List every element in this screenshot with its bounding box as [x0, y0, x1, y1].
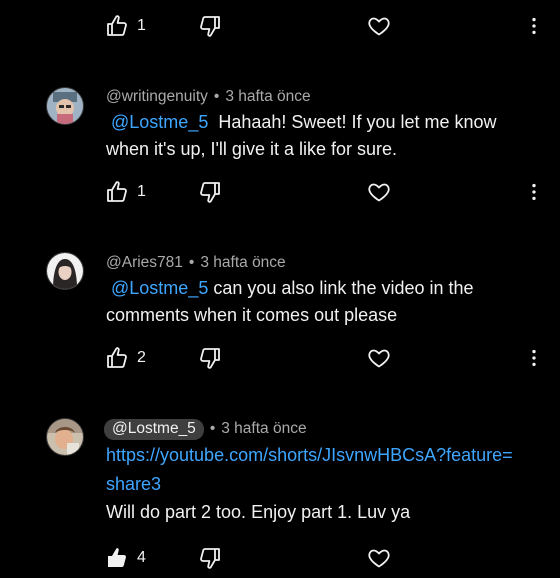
dislike-button[interactable] [193, 172, 227, 212]
comment-actions: 1 [0, 172, 560, 212]
thumb-down-icon [198, 346, 222, 370]
like-count: 2 [137, 349, 146, 366]
thumb-up-icon [105, 346, 129, 370]
avatar[interactable] [46, 418, 84, 456]
dislike-button[interactable] [193, 6, 227, 46]
thumb-up-icon [105, 180, 129, 204]
more-vertical-icon [523, 15, 545, 37]
mention-link[interactable]: @Lostme_5 [111, 278, 208, 298]
comment-actions-top: 1 [0, 6, 560, 46]
thumb-down-icon [198, 14, 222, 38]
heart-button[interactable] [362, 6, 396, 46]
comment-text-line: when it's up, I'll give it a like for su… [106, 139, 397, 159]
heart-icon [367, 14, 391, 38]
like-button[interactable] [100, 6, 134, 46]
thumb-down-icon [198, 546, 222, 570]
more-options-button[interactable] [520, 6, 548, 46]
like-count: 1 [137, 183, 146, 200]
comment-time: 3 hafta önce [225, 88, 311, 105]
author-name-chip[interactable]: @Lostme_5 [104, 419, 204, 440]
url-link-continued[interactable]: share3 [106, 471, 546, 498]
url-link[interactable]: https://youtube.com/shorts/JIsvnwHBCsA?f… [106, 442, 546, 469]
avatar-image [47, 88, 83, 124]
like-button[interactable] [100, 338, 134, 378]
thumb-up-icon [105, 546, 129, 570]
like-count: 1 [137, 17, 146, 34]
comment-meta: @Aries781 • 3 hafta önce [106, 254, 286, 272]
comment-meta: @writingenuity • 3 hafta önce [106, 88, 311, 106]
thumb-up-icon [105, 14, 129, 38]
mention-link[interactable]: @Lostme_5 [111, 112, 208, 132]
avatar[interactable] [46, 87, 84, 125]
heart-icon [367, 346, 391, 370]
dislike-button[interactable] [193, 338, 227, 378]
comment-text-line: can you also link the video in the [213, 278, 474, 298]
heart-button[interactable] [362, 538, 396, 578]
like-button[interactable] [100, 538, 134, 578]
like-count: 4 [137, 549, 146, 566]
author-name[interactable]: @writingenuity [106, 88, 208, 105]
more-vertical-icon [523, 181, 545, 203]
separator-dot: • [188, 254, 195, 271]
avatar-image [47, 419, 83, 455]
comment-text: https://youtube.com/shorts/JIsvnwHBCsA?f… [106, 442, 546, 526]
more-options-button[interactable] [520, 172, 548, 212]
comment-actions: 4 [0, 538, 560, 578]
author-name[interactable]: @Aries781 [106, 254, 183, 271]
comment-text: @Lostme_5 can you also link the video in… [106, 275, 546, 329]
avatar-image [47, 253, 83, 289]
comment-text-line: comments when it comes out please [106, 305, 398, 325]
heart-button[interactable] [362, 172, 396, 212]
thumb-down-icon [198, 180, 222, 204]
heart-button[interactable] [362, 338, 396, 378]
heart-icon [367, 546, 391, 570]
like-button[interactable] [100, 172, 134, 212]
separator-dot: • [209, 420, 216, 437]
comment-time: 3 hafta önce [200, 254, 286, 271]
comment-text-line: Hahaah! Sweet! If you let me know [218, 112, 497, 132]
more-vertical-icon [523, 347, 545, 369]
more-options-button[interactable] [520, 338, 548, 378]
avatar[interactable] [46, 252, 84, 290]
comment-time: 3 hafta önce [221, 420, 307, 437]
comment-text-line: Will do part 2 too. Enjoy part 1. Luv ya [106, 502, 411, 522]
dislike-button[interactable] [193, 538, 227, 578]
heart-icon [367, 180, 391, 204]
separator-dot: • [213, 88, 220, 105]
comment-text: @Lostme_5 Hahaah! Sweet! If you let me k… [106, 109, 546, 163]
comment-actions: 2 [0, 338, 560, 378]
comment-meta: @Lostme_5 • 3 hafta önce [104, 419, 307, 440]
